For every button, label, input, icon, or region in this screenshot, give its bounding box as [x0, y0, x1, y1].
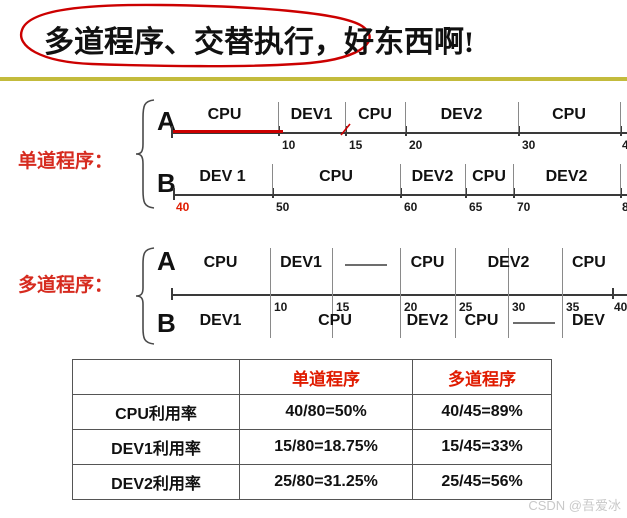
timeline-ticklabel-a-20: 20 [409, 138, 423, 152]
title-area: 多道程序、交替执行，好东西啊! [0, 0, 627, 81]
timeline2-segment-a-6: CPU [572, 254, 606, 271]
table-cell-cpu-multi: 40/45=89% [412, 394, 552, 430]
timeline2-segment-b-5-dash [513, 322, 555, 324]
timeline2-segment-b-3: DEV2 [406, 312, 449, 329]
timeline-segment-b-4: CPU [472, 168, 506, 185]
section-multi-programming: 多道程序： A B CPU DEV1 CPU DEV2 CPU 10 15 20… [0, 240, 627, 350]
page-title: 多道程序、交替执行，好东西啊! [44, 26, 474, 59]
section-label-single: 单道程序： [18, 151, 114, 172]
table-rowname-dev1: DEV1利用率 [72, 429, 240, 465]
section-single-programming: 单道程序： A CPU DEV1 CPU DEV2 CPU 10 15 20 3 [0, 90, 627, 220]
red-underline-annotation [173, 130, 283, 133]
timeline2-tick-40 [612, 288, 614, 299]
timeline-segment-a-5: CPU [552, 106, 586, 123]
timeline-sep-b-5 [620, 164, 621, 194]
timeline2-tick-start [171, 288, 173, 300]
table-corner-cell [72, 359, 240, 395]
table-cell-dev1-multi: 15/45=33% [412, 429, 552, 465]
timeline-segment-b-2: CPU [319, 168, 353, 185]
timeline-segment-a-3: CPU [358, 106, 392, 123]
timeline2-segment-b-1: DEV1 [199, 312, 242, 329]
timeline-segment-a-2: DEV1 [290, 106, 333, 123]
table-header-single: 单道程序 [238, 359, 414, 395]
slide-canvas: 多道程序、交替执行，好东西啊! 单道程序： A CPU DEV1 CPU DEV… [0, 0, 627, 518]
table-cell-cpu-single: 40/80=50% [238, 394, 414, 430]
timeline2-segment-a-5: DEV2 [487, 254, 530, 271]
table-header-row: 单道程序 多道程序 [72, 359, 552, 395]
table-row: DEV2利用率 25/80=31.25% 25/45=56% [72, 464, 552, 500]
timeline2-segment-b-6: DEV [572, 312, 605, 329]
timeline2-axis [171, 294, 627, 296]
table-rowname-dev2: DEV2利用率 [72, 464, 240, 500]
timeline-ticklabel-b-65: 65 [469, 200, 483, 214]
table-header-multi: 多道程序 [412, 359, 552, 395]
timeline-tick-b-start [173, 188, 175, 200]
timeline-ticklabel-a-30: 30 [522, 138, 536, 152]
utilization-table: 单道程序 多道程序 CPU利用率 40/80=50% 40/45=89% DEV… [72, 359, 552, 500]
timeline-ticklabel-a-10: 10 [282, 138, 296, 152]
table-row: CPU利用率 40/80=50% 40/45=89% [72, 394, 552, 430]
timeline-ticklabel-b-40: 40 [176, 200, 190, 214]
timeline-ticklabel-b-60: 60 [404, 200, 418, 214]
section-label-multi: 多道程序： [18, 275, 114, 296]
timeline-ticklabel-a-15: 15 [349, 138, 363, 152]
timeline2-segment-a-3-dash [345, 264, 387, 266]
timeline2-segment-a-1: CPU [203, 254, 238, 271]
timeline2-ticklabel-30: 30 [512, 300, 526, 314]
timeline-segment-b-5: DEV2 [545, 168, 588, 185]
watermark: CSDN @吾爱冰 [528, 498, 621, 513]
timeline-ticklabel-a-40: 40 [622, 138, 627, 152]
table-cell-dev1-single: 15/80=18.75% [238, 429, 414, 465]
table-cell-dev2-single: 25/80=31.25% [238, 464, 414, 500]
table-rowname-cpu: CPU利用率 [72, 394, 240, 430]
timeline-segment-b-1: DEV 1 [199, 168, 246, 185]
timeline2-segment-b-2: CPU [318, 312, 352, 329]
timeline2-segment-a-4: CPU [410, 254, 445, 271]
timeline2-segment-a-2: DEV1 [280, 254, 322, 271]
title-divider [0, 77, 627, 81]
timeline-ticklabel-b-50: 50 [276, 200, 290, 214]
timeline-ticklabel-b-70: 70 [517, 200, 531, 214]
table-row: DEV1利用率 15/80=18.75% 15/45=33% [72, 429, 552, 465]
group-brace-icon [135, 99, 155, 209]
timeline-segment-a-1: CPU [207, 106, 242, 123]
timeline-segment-a-4: DEV2 [440, 106, 483, 123]
timeline-segment-b-3: DEV2 [411, 168, 454, 185]
timeline-sep-a-5 [620, 102, 621, 132]
group-brace-icon-2 [135, 247, 155, 345]
timeline2-segment-b-4: CPU [464, 312, 499, 329]
timeline-ticklabel-b-80: 80 [622, 200, 627, 214]
